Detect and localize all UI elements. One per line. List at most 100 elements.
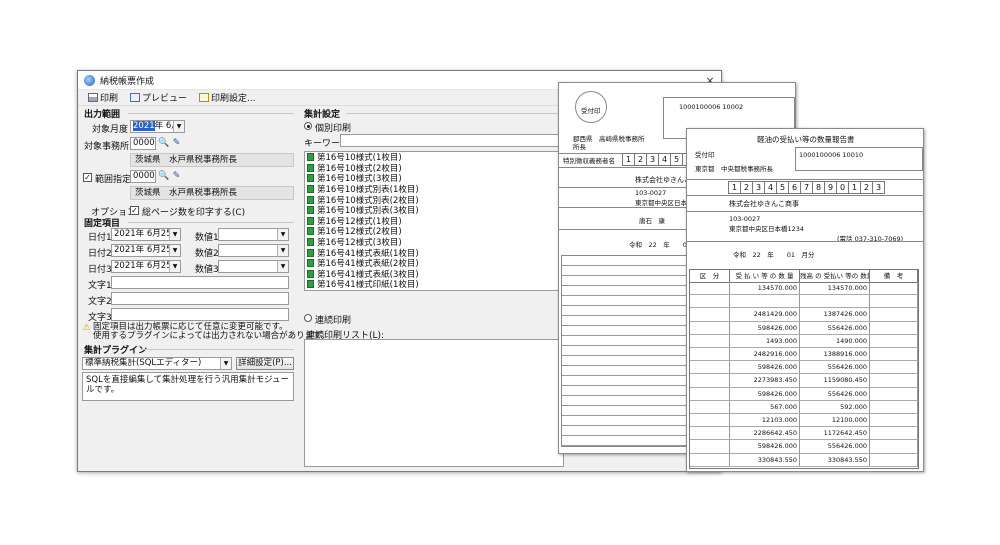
date3-picker[interactable]: 2021年 6月25日 ▼ bbox=[111, 260, 181, 273]
text2-input[interactable] bbox=[111, 292, 289, 305]
chevron-down-icon[interactable]: ▼ bbox=[277, 229, 288, 240]
form-icon bbox=[307, 153, 314, 162]
num2-label: 数値2 bbox=[195, 249, 219, 259]
text3-input[interactable] bbox=[111, 308, 289, 321]
table-cell bbox=[690, 440, 730, 453]
addr-text: 東京都中央区日本橋1234 bbox=[729, 225, 805, 233]
chevron-down-icon[interactable]: ▼ bbox=[173, 121, 184, 132]
number-boxes: 123456 bbox=[622, 153, 695, 166]
table-cell bbox=[690, 348, 730, 361]
table-cell: 1490.000 bbox=[800, 334, 870, 347]
table-cell bbox=[690, 308, 730, 321]
zip-text: 103-0027 bbox=[635, 189, 667, 197]
rule bbox=[687, 179, 923, 180]
continuous-print-list[interactable] bbox=[304, 339, 564, 467]
table-cell bbox=[870, 440, 918, 453]
table-cell: 556426.000 bbox=[800, 321, 870, 334]
form-icon bbox=[307, 185, 314, 194]
table-cell bbox=[870, 321, 918, 334]
individual-print-label: 個別印刷 bbox=[315, 124, 352, 134]
date2-picker[interactable]: 2021年 6月25日 ▼ bbox=[111, 244, 181, 257]
edit-icon[interactable]: ✎ bbox=[171, 171, 182, 182]
form-list[interactable]: 第16号10様式(1枚目) 第16号10様式(2枚目) 第16号10様式(3枚目) 第… bbox=[304, 151, 566, 291]
print-button[interactable]: 印刷 bbox=[88, 91, 118, 104]
table-cell: 2481429.000 bbox=[730, 308, 800, 321]
keyword-input[interactable] bbox=[340, 134, 564, 147]
warning-icon: ⚠ bbox=[82, 323, 91, 333]
plugin-detail-button[interactable]: 詳細設定(P)... bbox=[236, 357, 294, 370]
number-boxes: 1234567890123 bbox=[728, 181, 885, 194]
table-cell: 330843.550 bbox=[800, 453, 870, 466]
individual-print-radio[interactable] bbox=[304, 122, 312, 130]
num3-select[interactable]: ▼ bbox=[218, 260, 289, 273]
table-cell: 2286642.450 bbox=[730, 427, 800, 440]
table-cell bbox=[690, 334, 730, 347]
company-text: 株式会社ゆきんこ bbox=[635, 176, 691, 184]
divider bbox=[346, 113, 564, 114]
office-code-input[interactable]: 00008 bbox=[130, 137, 156, 150]
table-cell bbox=[870, 334, 918, 347]
table-row: 2273983.450 1159080.450 bbox=[690, 374, 918, 388]
table-cell: 1172642.450 bbox=[800, 427, 870, 440]
plugin-select[interactable]: 標準納税集計(SQLエディター) ▼ bbox=[82, 357, 232, 370]
num1-label: 数値1 bbox=[195, 233, 219, 243]
search-icon[interactable]: 🔍 bbox=[158, 171, 169, 182]
table-cell: 2482916.000 bbox=[730, 348, 800, 361]
table-row bbox=[690, 295, 918, 309]
table-header-cell: 残高 の 受払い 等の 数量 bbox=[800, 270, 870, 282]
table-cell: 1493.000 bbox=[730, 334, 800, 347]
chevron-down-icon[interactable]: ▼ bbox=[169, 261, 180, 272]
table-cell bbox=[690, 427, 730, 440]
table-row: 598426.000 556426.000 bbox=[690, 361, 918, 375]
text2-label: 文字2 bbox=[88, 297, 112, 307]
continuous-print-label: 連続印刷 bbox=[315, 316, 352, 326]
num1-select[interactable]: ▼ bbox=[218, 228, 289, 241]
table-row: 598426.000 556426.000 bbox=[690, 440, 918, 454]
table-cell: 598426.000 bbox=[730, 321, 800, 334]
table-row: 567.000 592.000 bbox=[690, 400, 918, 414]
rule bbox=[687, 211, 923, 212]
output-range-heading: 出力範囲 bbox=[84, 110, 121, 120]
form-icon bbox=[307, 216, 314, 225]
total-pages-checkbox[interactable]: ✓ bbox=[130, 206, 139, 215]
table-cell: 556426.000 bbox=[800, 440, 870, 453]
table-lines bbox=[561, 255, 687, 447]
print-settings-button[interactable]: 印刷設定... bbox=[199, 91, 256, 104]
rule bbox=[687, 195, 923, 196]
range-code-input[interactable]: 00008 bbox=[130, 170, 156, 183]
edit-icon[interactable]: ✎ bbox=[171, 138, 182, 149]
form-icon bbox=[307, 238, 314, 247]
table-cell: 592.000 bbox=[800, 400, 870, 413]
date1-picker[interactable]: 2021年 6月25日 ▼ bbox=[111, 228, 181, 241]
target-month-select[interactable]: 2021年 6月 ▼ bbox=[130, 120, 185, 133]
table-row: 2286642.450 1172642.450 bbox=[690, 427, 918, 441]
num2-select[interactable]: ▼ bbox=[218, 244, 289, 257]
range-checkbox[interactable]: ✓ bbox=[83, 173, 92, 182]
table-cell bbox=[870, 427, 918, 440]
text1-label: 文字1 bbox=[88, 281, 112, 291]
text1-input[interactable] bbox=[111, 276, 289, 289]
table-cell: 12103.000 bbox=[730, 414, 800, 427]
table-cell bbox=[870, 387, 918, 400]
table-cell bbox=[800, 295, 870, 308]
continuous-print-radio[interactable] bbox=[304, 314, 312, 322]
chevron-down-icon[interactable]: ▼ bbox=[169, 245, 180, 256]
chevron-down-icon[interactable]: ▼ bbox=[277, 261, 288, 272]
chevron-down-icon[interactable]: ▼ bbox=[220, 358, 231, 369]
chevron-down-icon[interactable]: ▼ bbox=[277, 245, 288, 256]
receipt-label: 受付印 bbox=[695, 151, 715, 159]
addr-text: 東京都中央区日本 bbox=[635, 199, 687, 207]
form-list-item[interactable]: 第16号41様式印紙(1枚目) bbox=[305, 279, 565, 290]
chevron-down-icon[interactable]: ▼ bbox=[169, 229, 180, 240]
divider bbox=[140, 349, 294, 350]
receipt-label: 受付印 bbox=[581, 107, 601, 115]
table-header-cell: 受 払 い 等 の 数 量 bbox=[730, 270, 800, 282]
table-cell bbox=[690, 295, 730, 308]
table-cell bbox=[870, 282, 918, 295]
aggregation-heading: 集計設定 bbox=[304, 110, 341, 120]
search-icon[interactable]: 🔍 bbox=[158, 138, 169, 149]
preview-button[interactable]: プレビュー bbox=[130, 91, 187, 104]
table-row: 134570.000 134570.000 bbox=[690, 282, 918, 296]
table-cell: 2273983.450 bbox=[730, 374, 800, 387]
table-cell bbox=[690, 374, 730, 387]
